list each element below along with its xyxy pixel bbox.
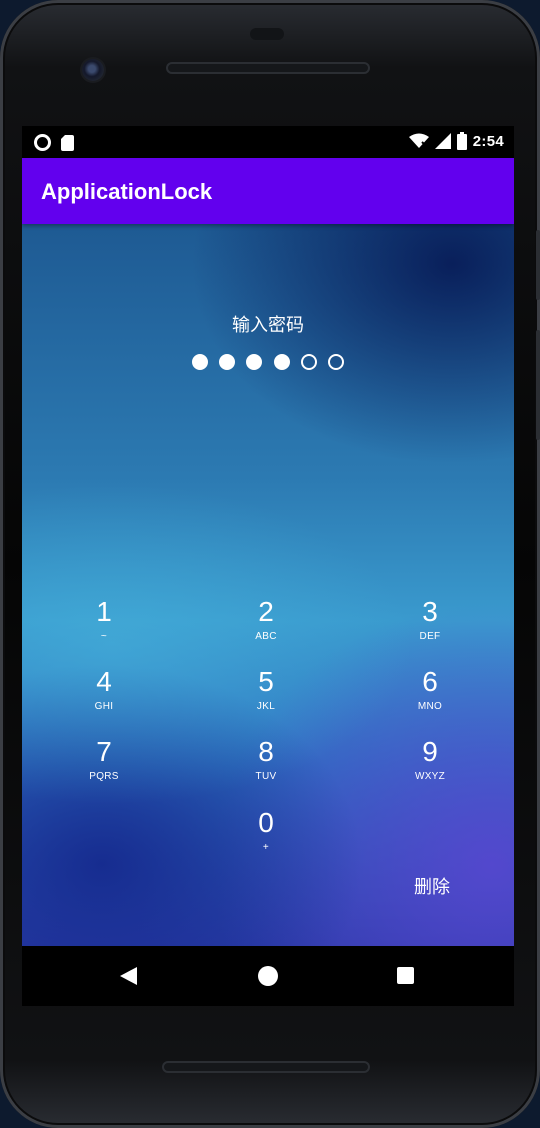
- bottom-speaker: [162, 1061, 370, 1073]
- pin-dot-filled: [219, 354, 235, 370]
- earpiece-speaker: [166, 62, 370, 74]
- volume-button: [536, 330, 540, 440]
- pin-dot-empty: [301, 354, 317, 370]
- key-3[interactable]: 3 DEF: [375, 597, 485, 663]
- key-letters: ABC: [255, 631, 277, 642]
- key-letters: PQRS: [89, 771, 119, 782]
- key-digit: 1: [96, 596, 112, 627]
- key-digit: 3: [422, 596, 438, 627]
- sync-circle-icon: [34, 134, 51, 151]
- home-icon[interactable]: [258, 966, 278, 986]
- key-digit: 2: [258, 596, 274, 627]
- key-digit: 9: [422, 736, 438, 767]
- battery-icon: [456, 132, 467, 150]
- navigation-bar: [22, 946, 514, 1006]
- lock-screen: 输入密码 1 ~ 2 ABC 3 DEF 4 GHI 5 JKL 6 MNO 7…: [22, 224, 514, 946]
- signal-icon: [434, 133, 451, 149]
- pin-dot-filled: [192, 354, 208, 370]
- key-letters: ~: [100, 631, 108, 642]
- key-9[interactable]: 9 WXYZ: [375, 737, 485, 803]
- front-camera: [82, 59, 104, 81]
- status-time: 2:54: [472, 132, 504, 150]
- power-button: [536, 230, 540, 300]
- sd-card-icon: [61, 134, 74, 151]
- pin-dot-empty: [328, 354, 344, 370]
- key-letters: TUV: [255, 771, 277, 782]
- screen: 2:54 ApplicationLock 输入密码 1 ~ 2 ABC 3 DE…: [22, 126, 514, 1006]
- key-digit: 6: [422, 666, 438, 697]
- key-4[interactable]: 4 GHI: [49, 667, 159, 733]
- key-digit: 0: [258, 807, 274, 838]
- pin-dot-filled: [246, 354, 262, 370]
- wifi-icon: [408, 133, 429, 148]
- key-letters: +: [262, 842, 270, 853]
- key-digit: 5: [258, 666, 274, 697]
- key-letters: DEF: [419, 631, 441, 642]
- key-1[interactable]: 1 ~: [49, 597, 159, 663]
- key-letters: MNO: [417, 701, 443, 712]
- key-digit: 4: [96, 666, 112, 697]
- key-letters: JKL: [256, 701, 276, 712]
- key-6[interactable]: 6 MNO: [375, 667, 485, 733]
- password-prompt: 输入密码: [232, 315, 304, 335]
- key-7[interactable]: 7 PQRS: [49, 737, 159, 803]
- pin-dot-filled: [274, 354, 290, 370]
- pin-indicator: [192, 354, 346, 372]
- key-2[interactable]: 2 ABC: [211, 597, 321, 663]
- recents-icon[interactable]: [397, 967, 414, 984]
- key-5[interactable]: 5 JKL: [211, 667, 321, 733]
- key-digit: 7: [96, 736, 112, 767]
- key-letters: WXYZ: [414, 771, 446, 782]
- back-icon[interactable]: [120, 967, 137, 985]
- app-bar: ApplicationLock: [22, 158, 514, 224]
- app-title: ApplicationLock: [41, 179, 213, 204]
- delete-button[interactable]: 删除: [402, 873, 462, 901]
- status-bar: 2:54: [22, 126, 514, 158]
- key-8[interactable]: 8 TUV: [211, 737, 321, 803]
- key-digit: 8: [258, 736, 274, 767]
- key-0[interactable]: 0 +: [211, 808, 321, 874]
- key-letters: GHI: [94, 701, 114, 712]
- front-sensor: [250, 28, 284, 40]
- phone-frame: 2:54 ApplicationLock 输入密码 1 ~ 2 ABC 3 DE…: [0, 0, 540, 1128]
